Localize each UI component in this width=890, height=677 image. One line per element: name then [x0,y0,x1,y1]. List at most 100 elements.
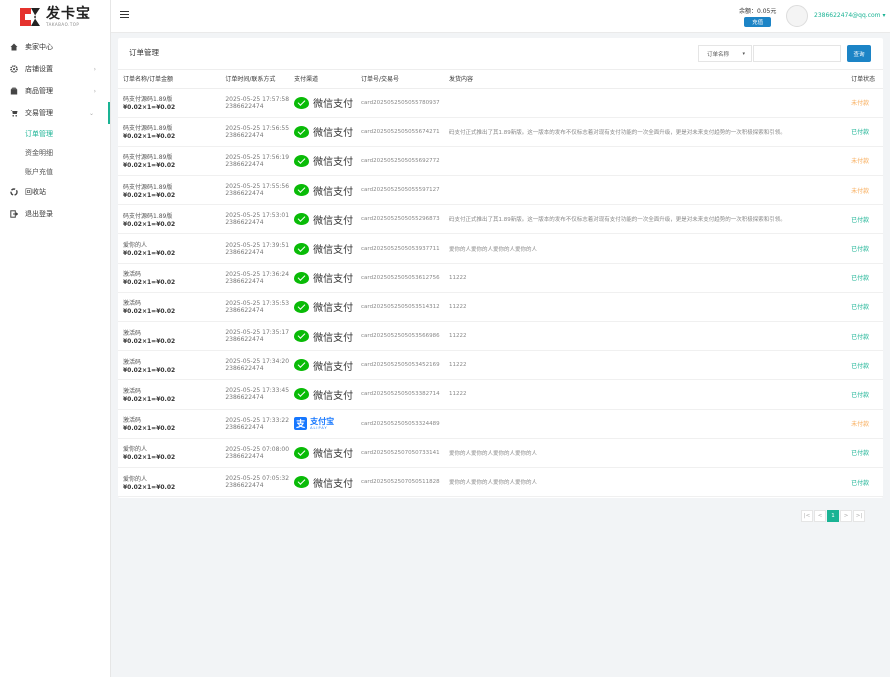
delivery-content: 11222 [443,350,847,381]
pay-channel-wechat: 微信支付 [294,387,356,402]
table-row[interactable]: 激活码 ¥0.02×1=¥0.02 2025-05-25 17:33:45 23866… [118,379,883,410]
table-row[interactable]: 激活码 ¥0.02×1=¥0.02 2025-05-25 17:36:24 23866… [118,263,883,293]
page-number-button[interactable]: 1 [827,510,839,522]
sidebar-item-label: 回收站 [25,188,46,196]
pay-channel-label: 微信支付 [313,303,354,315]
pay-channel-label: 微信支付 [313,361,354,373]
sidebar-subnav: 订单管理 资金明细 账户充值 [0,124,110,181]
delivery-content: 11222 [443,292,847,323]
order-time: 2025-05-25 17:57:58 [225,95,290,103]
sidebar-item-seller-center[interactable]: 卖家中心 [0,36,110,58]
table-row[interactable]: 爱你的人 ¥0.02×1=¥0.02 2025-05-25 07:05:32 2386… [118,467,883,498]
sidebar-item-product-management[interactable]: 商品管理 › [0,80,110,102]
cell-time-contact: 2025-05-25 07:05:32 2386622474 [220,467,290,498]
table-row[interactable]: 激活码 ¥0.02×1=¥0.02 2025-05-25 17:35:53 23866… [118,292,883,323]
pagination: |< <1 > >| [800,510,865,522]
order-amount: ¥0.02×1=¥0.02 [123,162,176,170]
cell-pay-channel: 微信支付 [289,233,357,264]
sidebar-subitem-account-recharge[interactable]: 账户充值 [0,162,110,181]
sidebar-item-trade-management[interactable]: 交易管理 ⌄ [0,102,110,124]
sidebar-item-label: 商品管理 [25,87,53,95]
table-row[interactable]: 码支付源码1.89版 ¥0.02×1=¥0.02 2025-05-25 17:53:… [118,204,883,235]
search-input[interactable] [753,45,841,62]
cell-pay-channel: 微信支付 [289,88,357,118]
table-row[interactable]: 激活码 ¥0.02×1=¥0.02 2025-05-25 17:34:20 23866… [118,350,883,381]
order-status: 已付款 [846,263,883,293]
cell-name-amount: 码支付源码1.89版 ¥0.02×1=¥0.02 [118,88,221,118]
delivery-content: 爱你的人爱你的人爱你的人爱你的人 [443,438,847,468]
pay-channel-wechat: 微信支付 [294,183,356,198]
user-email-dropdown[interactable]: 2386622474@qq.com ▾ [814,12,885,19]
sidebar-subitem-order-management[interactable]: 订单管理 [0,124,110,143]
delivery-content [443,146,847,177]
table-row[interactable]: 码支付源码1.89版 ¥0.02×1=¥0.02 2025-05-25 17:55:… [118,175,883,206]
cell-name-amount: 激活码 ¥0.02×1=¥0.02 [118,321,221,352]
order-number: card2025052505055692772 [356,146,444,177]
chevron-down-icon: ▾ [742,50,745,57]
orders-panel: 订单管理 订单名称 ▾ 查询 订单名称/订单金额 订单时间/联系方式 支付渠道 … [118,38,883,498]
order-status: 已付款 [846,321,883,352]
logo-mark [18,6,42,28]
order-number: card2025052505053612756 [356,263,444,293]
search-button[interactable]: 查询 [847,45,871,62]
order-time: 2025-05-25 17:33:45 [225,387,290,395]
order-contact: 2386622474 [225,277,264,285]
order-amount: ¥0.02×1=¥0.02 [123,104,176,112]
order-contact: 2386622474 [225,452,264,460]
pay-channel-wechat: 微信支付 [294,270,356,285]
order-status: 未付款 [846,175,883,206]
sidebar-item-logout[interactable]: 退出登录 [0,203,110,225]
col-header-name-amount: 订单名称/订单金额 [118,70,221,89]
col-header-pay-channel: 支付渠道 [289,70,357,89]
wechat-pay-icon [294,446,310,459]
col-header-content: 发货内容 [443,70,847,89]
pay-channel-label: 微信支付 [313,186,354,198]
table-row[interactable]: 码支付源码1.89版 ¥0.02×1=¥0.02 2025-05-25 17:56:… [118,117,883,147]
page-last-button[interactable]: >| [853,510,865,522]
order-name: 码支付源码1.89版 [123,212,173,220]
order-status: 已付款 [846,438,883,468]
wechat-pay-icon [294,330,310,343]
page-prev-button[interactable]: < [814,510,826,522]
sidebar-item-recycle-bin[interactable]: 回收站 [0,181,110,203]
logo[interactable]: 发卡宝 TAKABAO.TOP [0,0,110,33]
order-status: 已付款 [846,467,883,498]
order-name: 码支付源码1.89版 [123,183,173,191]
pay-channel-label: 微信支付 [313,478,354,490]
order-contact: 2386622474 [225,219,264,227]
wechat-pay-icon [294,213,310,226]
table-row[interactable]: 码支付源码1.89版 ¥0.02×1=¥0.02 2025-05-25 17:57:… [118,88,883,118]
chevron-right-icon: › [93,65,96,73]
sidebar-item-store-settings[interactable]: 店铺设置 › [0,58,110,80]
delivery-content [443,175,847,206]
cell-name-amount: 码支付源码1.89版 ¥0.02×1=¥0.02 [118,117,221,147]
pay-channel-wechat: 微信支付 [294,475,356,490]
chevron-down-icon: ▾ [882,12,886,19]
user-email: 2386622474@qq.com [814,12,881,19]
table-row[interactable]: 激活码 ¥0.02×1=¥0.02 2025-05-25 17:35:17 23866… [118,321,883,352]
order-time: 2025-05-25 17:35:17 [225,329,290,337]
sidebar-subitem-fund-details[interactable]: 资金明细 [0,143,110,162]
table-row[interactable]: 爱你的人 ¥0.02×1=¥0.02 2025-05-25 17:39:51 2386… [118,233,883,264]
table-row[interactable]: 码支付源码1.89版 ¥0.02×1=¥0.02 2025-05-25 17:56:… [118,146,883,177]
page-first-button[interactable]: |< [801,510,813,522]
hamburger-menu-icon[interactable] [120,11,129,19]
order-time: 2025-05-25 17:56:19 [225,153,290,161]
order-number: card2025052505053324489 [356,409,444,439]
page-next-button[interactable]: > [840,510,852,522]
avatar[interactable] [786,5,808,27]
cell-pay-channel: 微信支付 [289,146,357,177]
table-row[interactable]: 爱你的人 ¥0.02×1=¥0.02 2025-05-25 07:08:00 2386… [118,438,883,468]
recharge-button[interactable]: 充值 [744,17,772,27]
order-amount: ¥0.02×1=¥0.02 [123,220,176,228]
sidebar-item-label: 退出登录 [25,210,53,218]
table-row[interactable]: 激活码 ¥0.02×1=¥0.02 2025-05-25 17:33:22 23866… [118,409,883,439]
pay-channel-sublabel: ALIPAY [310,425,328,430]
order-status: 已付款 [846,233,883,264]
cell-time-contact: 2025-05-25 07:08:00 2386622474 [220,438,290,468]
order-status: 已付款 [846,204,883,235]
order-name: 爱你的人 [123,475,148,483]
order-number: card2025052507050733141 [356,438,444,468]
cell-time-contact: 2025-05-25 17:56:55 2386622474 [220,117,290,147]
filter-field-select[interactable]: 订单名称 ▾ [698,45,752,62]
